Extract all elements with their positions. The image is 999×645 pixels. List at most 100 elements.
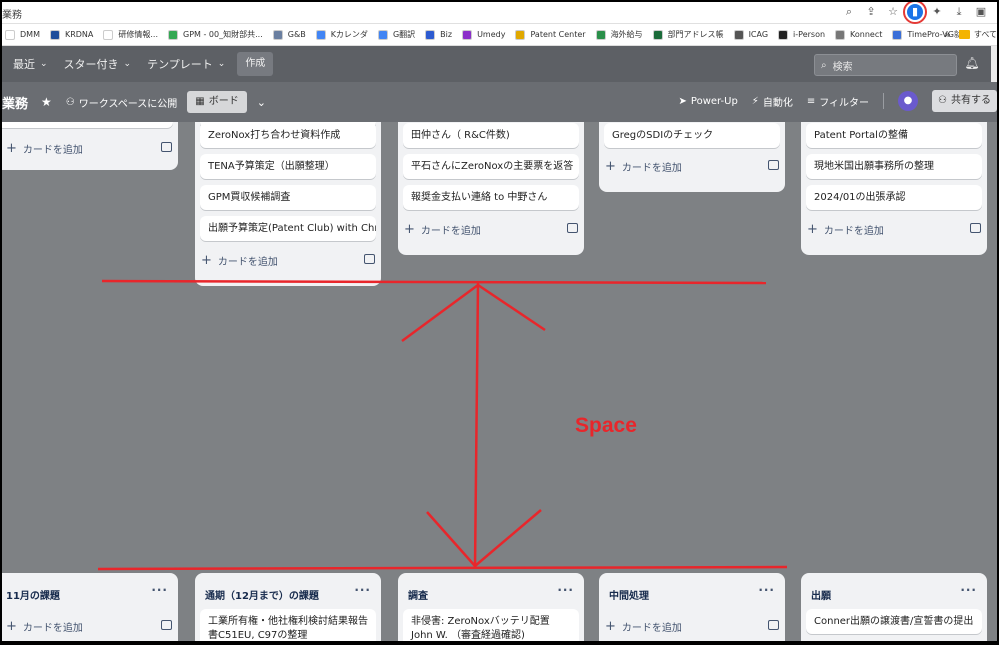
more-icon[interactable]: ··· xyxy=(960,583,977,597)
card[interactable]: 田仲さん（ R&C件数) xyxy=(403,123,579,148)
rocket-icon: ➤ xyxy=(678,95,687,107)
filter-button[interactable]: ≡ フィルター xyxy=(807,94,869,109)
bookmark-item[interactable]: G翻訳 xyxy=(375,24,422,45)
bookmark-item[interactable]: i-Person xyxy=(775,24,832,45)
avatar[interactable]: ● xyxy=(898,91,919,111)
bookmark-item[interactable]: 海外給与 xyxy=(593,24,650,45)
scrollbar[interactable] xyxy=(991,46,997,82)
bookmarks-more-button[interactable]: » xyxy=(944,28,951,41)
create-button[interactable]: 作成 xyxy=(237,52,274,76)
add-card-label: カードを追加 xyxy=(823,225,884,237)
list: ZeroNox打ち合わせ資料作成 TENA予算策定（出願整理） GPM買収候補調… xyxy=(195,122,381,286)
add-card-button[interactable]: + カードを追加 xyxy=(6,617,172,635)
board-title[interactable]: 業務 xyxy=(2,93,28,112)
notification-icon[interactable]: 🔔︎ xyxy=(964,56,980,72)
search-placeholder: 検索 xyxy=(832,61,853,73)
search-input[interactable]: ⌕ 検索 xyxy=(814,54,957,76)
extensions-icon[interactable]: ✦ xyxy=(929,4,945,20)
bookmark-item[interactable]: Kカレンダ xyxy=(313,24,375,45)
more-icon[interactable]: ··· xyxy=(758,583,775,597)
bookmark-item[interactable]: KRDNA xyxy=(47,24,100,45)
patent-center-icon xyxy=(515,29,526,40)
bookmark-training-icon xyxy=(103,29,114,40)
board-canvas[interactable]: + カードを追加 ZeroNox打ち合わせ資料作成 TENA予算策定（出願整理） … xyxy=(2,122,997,641)
bookmark-item[interactable]: G&B xyxy=(270,24,313,45)
add-card-button[interactable]: + カードを追加 xyxy=(201,251,375,269)
nav-templates[interactable]: テンプレート ⌄ xyxy=(139,52,233,76)
list: 調査 ··· 非侵害: ZeroNoxバッテリ配置 John W. （審査経過確… xyxy=(398,573,584,641)
nav-starred[interactable]: スター付き ⌄ xyxy=(56,52,140,76)
card[interactable]: GregのSDIのチェック xyxy=(604,123,780,148)
automation-button[interactable]: ⚡︎ 自動化 xyxy=(752,94,793,109)
add-card-button[interactable]: + カードを追加 xyxy=(807,220,981,238)
filter-icon: ≡ xyxy=(806,95,816,107)
card[interactable]: 非侵害: ZeroNoxバッテリ配置 John W. （審査経過確認) xyxy=(403,609,579,641)
download-icon[interactable]: ⤓ xyxy=(951,4,967,20)
card[interactable]: 現地米国出願事務所の整理 xyxy=(806,154,982,179)
bookmark-item[interactable]: Patent Center xyxy=(512,24,592,45)
add-card-button[interactable]: + カードを追加 xyxy=(6,139,172,157)
more-icon[interactable]: ··· xyxy=(354,583,371,597)
annotation-label: Space xyxy=(575,414,637,437)
list: 田仲さん（ R&C件数) 平石さんにZeroNoxの主要票を返答 報奨金支払い連… xyxy=(398,122,584,255)
card[interactable]: Patent Portalの整備 xyxy=(806,123,982,148)
add-card-button[interactable]: + カードを追加 xyxy=(404,220,578,238)
card[interactable]: 工業所有権・他社権利検討結果報告書C51EU, C97の整理 xyxy=(200,609,376,641)
bookmarks-bar: DMM KRDNA 研修情報... GPM - 00_知財部共... G&B Kカレンダ G… xyxy=(2,24,997,46)
card-partial[interactable] xyxy=(2,122,173,128)
card[interactable]: 出願予算策定(Patent Club) with Chris xyxy=(200,216,376,241)
bookmark-item[interactable]: 部門アドレス帳 xyxy=(650,24,731,45)
nav-templates-label: テンプレート xyxy=(147,58,213,71)
add-card-label: カードを追加 xyxy=(22,622,83,634)
visibility-button[interactable]: ⚇ ワークスペースに公開 xyxy=(66,95,177,110)
card[interactable]: 2024/01の出張承認 xyxy=(806,185,982,210)
bookmark-label: KRDNA xyxy=(64,30,94,39)
card[interactable]: TENA予算策定（出願整理） xyxy=(200,154,376,179)
bookmark-item[interactable]: Biz xyxy=(422,24,459,45)
more-icon[interactable]: ··· xyxy=(151,583,168,597)
list-title[interactable]: 通期（12月まで）の課題 xyxy=(205,587,319,602)
template-icon xyxy=(970,223,981,233)
star-icon[interactable]: ★ xyxy=(41,95,52,109)
list-title[interactable]: 中間処理 xyxy=(609,587,649,602)
card[interactable]: GPM買収候補調査 xyxy=(200,185,376,210)
bookmark-konnect-icon xyxy=(835,29,846,40)
add-card-button[interactable]: + カードを追加 xyxy=(605,157,779,175)
list-title[interactable]: 11月の課題 xyxy=(6,587,60,602)
star-icon[interactable]: ☆ xyxy=(885,4,901,20)
bookmark-item[interactable]: 研修情報... xyxy=(100,24,165,45)
chevron-down-icon[interactable]: ⌄ xyxy=(257,96,266,109)
share-icon[interactable]: ⇪ xyxy=(863,4,879,20)
add-card-button[interactable]: + カードを追加 xyxy=(605,617,779,635)
bookmark-item[interactable]: Konnect xyxy=(832,24,889,45)
bookmark-timepro-icon xyxy=(892,29,903,40)
card[interactable]: Conner出願の譲渡書/宣誓書の提出 xyxy=(806,609,982,634)
bookmark-label: 海外給与 xyxy=(610,30,643,39)
search-icon: ⌕ xyxy=(821,59,827,71)
share-button[interactable]: ⚇ 共有する xyxy=(932,90,997,112)
more-icon[interactable]: ··· xyxy=(557,583,574,597)
bookmarks-folder[interactable]: すべて xyxy=(958,29,997,40)
list: GregのSDIのチェック + カードを追加 xyxy=(599,122,785,192)
trello-extension-icon[interactable]: ▮ xyxy=(903,2,927,24)
bookmark-item[interactable]: GPM - 00_知財部共... xyxy=(165,24,270,45)
bookmark-label: GPM - 00_知財部共... xyxy=(183,30,263,39)
bookmark-label: Biz xyxy=(440,30,453,39)
card[interactable]: ZeroNox打ち合わせ資料作成 xyxy=(200,123,376,148)
list-title[interactable]: 出願 xyxy=(811,587,831,602)
tab-title[interactable]: 業務 xyxy=(2,6,22,21)
board-view-button[interactable]: ▦ ボード xyxy=(187,91,247,113)
people-icon: ⚇ xyxy=(65,96,75,108)
zoom-icon[interactable]: ⌕ xyxy=(841,4,857,20)
sidepanel-icon[interactable]: ▣ xyxy=(973,4,989,20)
card[interactable]: 報奨金支払い連絡 to 中野さん xyxy=(403,185,579,210)
card[interactable]: 平石さんにZeroNoxの主要票を返答 xyxy=(403,154,579,179)
nav-starred-label: スター付き xyxy=(63,58,119,71)
nav-recent[interactable]: 最近 ⌄ xyxy=(5,52,56,76)
bookmark-item[interactable]: ICAG xyxy=(731,24,775,45)
powerup-button[interactable]: ➤ Power-Up xyxy=(679,96,738,107)
add-card-label: カードを追加 xyxy=(22,144,83,156)
list-title[interactable]: 調査 xyxy=(408,587,428,602)
bookmark-item[interactable]: DMM xyxy=(2,24,47,45)
bookmark-item[interactable]: Umedy xyxy=(459,24,512,45)
